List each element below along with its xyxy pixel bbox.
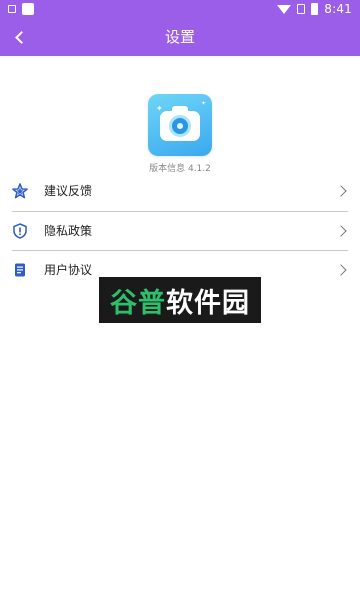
menu-item-label: 隐私政策 — [44, 224, 93, 238]
menu-item-label: 建议反馈 — [44, 184, 93, 198]
status-time: 8:41 — [324, 2, 352, 16]
sparkle-icon: ✦ — [200, 100, 206, 107]
status-bar-right: 8:41 — [277, 2, 352, 16]
battery-icon — [311, 3, 319, 15]
chevron-right-icon — [335, 225, 347, 237]
shield-icon — [13, 223, 27, 239]
watermark: 谷普 软件园 — [99, 277, 261, 323]
camera-lens-icon — [169, 115, 191, 137]
menu-item-label: 用户协议 — [44, 263, 93, 277]
chevron-right-icon — [335, 185, 347, 197]
menu-item-feedback[interactable]: 建议反馈 — [0, 172, 360, 211]
watermark-text-white: 软件园 — [166, 287, 250, 319]
status-bar-left — [8, 3, 34, 15]
watermark-text-green: 谷普 — [110, 287, 166, 319]
feedback-star-icon — [12, 183, 28, 199]
sim-icon — [8, 5, 16, 13]
document-icon — [15, 263, 25, 277]
lens-highlight — [177, 123, 183, 129]
notification-icon — [22, 3, 34, 15]
app-logo: ✦ ✦ — [148, 94, 212, 156]
cellular-icon — [297, 4, 306, 14]
app-bar: 设置 — [0, 18, 360, 56]
wifi-icon — [277, 4, 292, 14]
menu-item-privacy-policy[interactable]: 隐私政策 — [0, 212, 360, 251]
status-bar: 8:41 — [0, 0, 360, 18]
page-title: 设置 — [164, 28, 195, 46]
chevron-right-icon — [335, 264, 347, 276]
